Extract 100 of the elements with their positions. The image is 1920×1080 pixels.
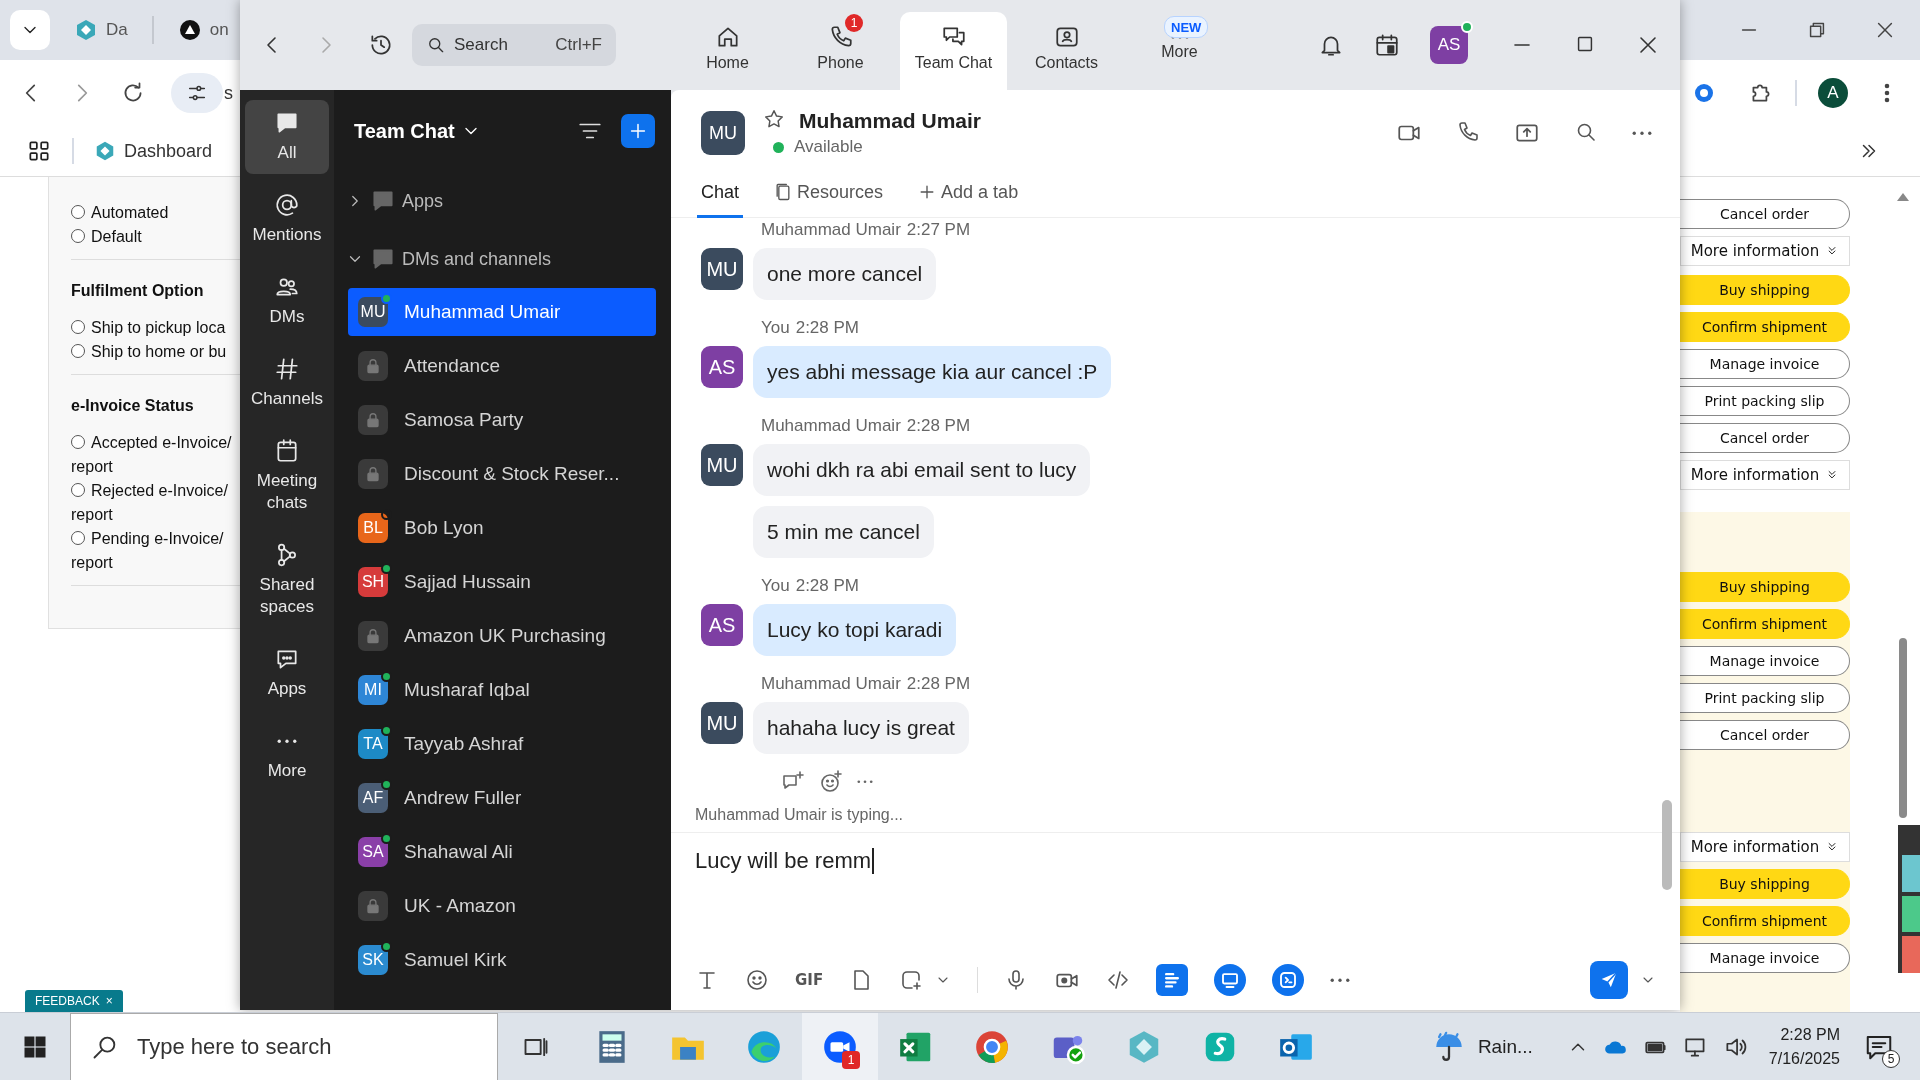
conversation-item[interactable]: UK - Amazon: [348, 882, 656, 930]
radio-option[interactable]: Automated: [71, 201, 169, 225]
rail-item[interactable]: Meeting chats: [245, 428, 329, 524]
conversation-item[interactable]: SA Shahawal Ali: [348, 828, 656, 876]
scroll-up-arrow[interactable]: [1897, 193, 1909, 201]
message-input[interactable]: Lucy will be remm: [695, 845, 1656, 877]
conversation-item[interactable]: MU Muhammad Umair: [348, 288, 656, 336]
section-header[interactable]: DMs and channels: [334, 230, 671, 288]
radio-button[interactable]: [71, 435, 85, 449]
calendar-icon[interactable]: [1374, 32, 1400, 58]
emoji-icon[interactable]: [745, 968, 769, 992]
conversation-item[interactable]: SH Sajjad Hussain: [348, 558, 656, 606]
add-reaction-icon[interactable]: [819, 770, 843, 794]
action-button[interactable]: Manage invoice: [1680, 646, 1850, 676]
action-button[interactable]: Buy shipping: [1680, 869, 1850, 899]
send-button[interactable]: [1590, 961, 1628, 999]
radio-button[interactable]: [71, 320, 85, 334]
radio-button[interactable]: [71, 531, 85, 545]
profile-avatar[interactable]: A: [1818, 78, 1848, 108]
conversation-item[interactable]: MI Musharaf Iqbal: [348, 666, 656, 714]
nav-tab[interactable]: Home: [674, 12, 781, 90]
browser-tab[interactable]: Da: [64, 10, 138, 50]
more-icon[interactable]: [1632, 130, 1652, 136]
browser-tab[interactable]: on: [167, 10, 239, 50]
screenshot-icon[interactable]: [899, 968, 924, 992]
action-button[interactable]: Confirm shipment: [1680, 312, 1850, 342]
rail-item[interactable]: Mentions: [245, 182, 329, 256]
chat-bubble-icon: [370, 246, 396, 272]
radio-option[interactable]: Rejected e-Invoice/ report: [71, 479, 228, 527]
site-settings-button[interactable]: [171, 73, 223, 113]
conversation-item[interactable]: Attendance: [348, 342, 656, 390]
browser-icon[interactable]: [973, 1028, 1011, 1066]
conversation-item[interactable]: Samosa Party: [348, 396, 656, 444]
more-information-button[interactable]: More information: [1680, 236, 1850, 266]
action-button[interactable]: Buy shipping: [1680, 275, 1850, 305]
search-field[interactable]: Search Ctrl+F: [412, 24, 616, 66]
address-text[interactable]: s: [224, 82, 233, 104]
action-button[interactable]: Print packing slip: [1680, 683, 1850, 713]
star-icon[interactable]: [763, 108, 785, 130]
chat-tab[interactable]: Add a tab: [913, 182, 1023, 218]
rail-item[interactable]: Apps: [245, 636, 329, 710]
radio-button[interactable]: [71, 229, 85, 243]
scrollbar-thumb[interactable]: [1662, 800, 1672, 890]
section-header[interactable]: Apps: [334, 172, 671, 230]
clock[interactable]: 2:28 PM 7/16/2025: [1768, 1023, 1840, 1071]
chat-tab[interactable]: Resources: [769, 182, 888, 218]
rail-item[interactable]: DMs: [245, 264, 329, 338]
action-button[interactable]: Buy shipping: [1680, 572, 1850, 602]
more-information-button[interactable]: More information: [1680, 460, 1850, 490]
history-icon[interactable]: [368, 32, 394, 58]
more-icon[interactable]: [277, 738, 297, 744]
nav-tab[interactable]: Contacts: [1013, 12, 1120, 90]
more-information-button[interactable]: More information: [1680, 832, 1850, 862]
app-icon[interactable]: [1272, 964, 1305, 996]
rail-item[interactable]: More: [245, 718, 329, 792]
bookmark[interactable]: Dashboard: [94, 140, 213, 162]
new-chat-button[interactable]: [621, 114, 655, 148]
radio-option[interactable]: Ship to pickup loca: [71, 316, 226, 340]
conversation-item[interactable]: Discount & Stock Reser...: [348, 450, 656, 498]
action-button[interactable]: Confirm shipment: [1680, 609, 1850, 639]
conversation-item[interactable]: Amazon UK Purchasing: [348, 612, 656, 660]
radio-option[interactable]: Ship to home or bu: [71, 340, 227, 364]
rail-item[interactable]: Shared spaces: [245, 532, 329, 628]
feedback-button[interactable]: FEEDBACK ×: [25, 990, 123, 1012]
conversation-item[interactable]: BL Bob Lyon: [348, 504, 656, 552]
radio-option[interactable]: Pending e-Invoice/ report: [71, 527, 224, 575]
radio-option[interactable]: Accepted e-Invoice/ report: [71, 431, 232, 479]
scrollbar-thumb[interactable]: [1899, 638, 1907, 818]
action-button[interactable]: Cancel order: [1680, 423, 1850, 453]
radio-button[interactable]: [71, 344, 85, 358]
taskbar-search-field[interactable]: Type here to search: [70, 1013, 498, 1080]
more-icon[interactable]: [1330, 977, 1351, 983]
more-icon[interactable]: [857, 780, 873, 784]
action-button[interactable]: Manage invoice: [1680, 943, 1850, 973]
message-header: Muhammad Umair 2:27 PM: [761, 220, 972, 240]
action-button[interactable]: Confirm shipment: [1680, 906, 1850, 936]
rail-item[interactable]: All: [245, 100, 329, 174]
action-button[interactable]: Manage invoice: [1680, 349, 1850, 379]
gif-button[interactable]: GIF: [795, 971, 824, 989]
action-button[interactable]: Cancel order: [1680, 720, 1850, 750]
apps-grid-icon[interactable]: [26, 138, 52, 164]
app-icon[interactable]: [1156, 964, 1189, 996]
weather-widget[interactable]: Rain...: [1431, 1030, 1533, 1064]
radio-button[interactable]: [71, 205, 85, 219]
user-avatar[interactable]: AS: [1430, 26, 1468, 64]
nav-tab[interactable]: Team Chat: [900, 12, 1007, 90]
radio-option[interactable]: Default: [71, 225, 142, 249]
rail-item[interactable]: Channels: [245, 346, 329, 420]
radio-button[interactable]: [71, 483, 85, 497]
chat-tab[interactable]: Chat: [697, 182, 744, 218]
phone-icon[interactable]: [1456, 120, 1480, 144]
code-icon[interactable]: [1106, 968, 1131, 992]
conversation-item[interactable]: TA Tayyab Ashraf: [348, 720, 656, 768]
action-button[interactable]: Cancel order: [1680, 199, 1850, 229]
app-icon[interactable]: [1214, 964, 1247, 996]
extension-icon[interactable]: [1692, 81, 1716, 105]
conversation-item[interactable]: AF Andrew Fuller: [348, 774, 656, 822]
action-button[interactable]: Print packing slip: [1680, 386, 1850, 416]
list-title[interactable]: Team Chat: [354, 119, 455, 143]
conversation-item[interactable]: SK Samuel Kirk: [348, 936, 656, 984]
